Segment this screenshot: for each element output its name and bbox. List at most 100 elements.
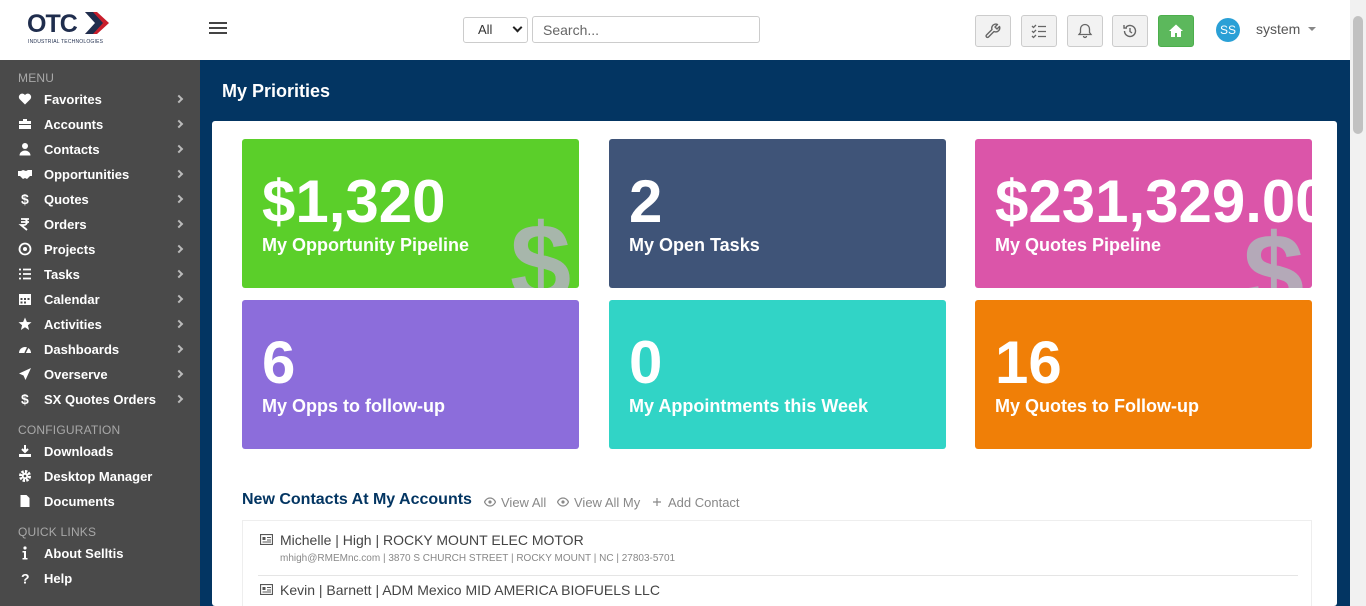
menu-toggle-icon[interactable] — [209, 22, 227, 36]
sidebar-item-documents[interactable]: Documents — [0, 491, 200, 513]
priorities-panel: $ $1,320 My Opportunity Pipeline 2 My Op… — [212, 121, 1337, 606]
tile-value: 16 — [995, 329, 1062, 396]
tile-appointments-week[interactable]: 0 My Appointments this Week — [609, 300, 946, 449]
chevron-right-icon — [174, 169, 184, 179]
sidebar-item-label: Desktop Manager — [44, 469, 153, 484]
sidebar-item-accounts[interactable]: Accounts — [0, 114, 200, 136]
sidebar-item-overserve[interactable]: Overserve — [0, 364, 200, 386]
sidebar-item-sx-quotes-orders[interactable]: $ SX Quotes Orders — [0, 389, 200, 411]
logo-chevron-icon — [85, 12, 109, 34]
star-icon — [18, 317, 32, 331]
contact-card-icon — [260, 534, 273, 545]
sidebar-item-label: Help — [44, 571, 73, 586]
user-name[interactable]: system — [1256, 21, 1300, 37]
sidebar-item-label: SX Quotes Orders — [44, 392, 156, 407]
page-scrollbar[interactable] — [1350, 0, 1366, 606]
contact-list: Michelle | High | ROCKY MOUNT ELEC MOTOR… — [242, 520, 1312, 606]
rupee-icon — [18, 217, 32, 231]
chevron-right-icon — [174, 394, 184, 404]
sidebar-item-activities[interactable]: Activities — [0, 314, 200, 336]
tile-label: My Open Tasks — [629, 235, 760, 255]
user-dropdown-icon[interactable] — [1308, 27, 1316, 31]
configuration-heading: CONFIGURATION — [18, 423, 121, 437]
sidebar-item-desktop-manager[interactable]: Desktop Manager — [0, 466, 200, 488]
sidebar-item-favorites[interactable]: Favorites — [0, 89, 200, 111]
checklist-icon — [1031, 24, 1046, 39]
view-all-label: View All — [501, 495, 547, 510]
chevron-right-icon — [174, 219, 184, 229]
home-button[interactable] — [1158, 15, 1194, 47]
tasks-button[interactable] — [1021, 15, 1057, 47]
svg-text:?: ? — [21, 571, 30, 585]
sidebar-item-contacts[interactable]: Contacts — [0, 139, 200, 161]
tasks-icon — [18, 267, 32, 281]
tile-value: 0 — [629, 329, 663, 396]
chevron-right-icon — [174, 319, 184, 329]
tile-opportunity-pipeline[interactable]: $ $1,320 My Opportunity Pipeline — [242, 139, 579, 288]
calendar-icon — [18, 292, 32, 306]
eye-icon — [556, 497, 570, 507]
contact-name: Michelle | High | ROCKY MOUNT ELEC MOTOR — [280, 532, 584, 548]
sidebar-item-label: Tasks — [44, 267, 80, 282]
avatar[interactable]: SS — [1216, 18, 1240, 42]
list-item[interactable]: Kevin | Barnett | ADM Mexico MID AMERICA… — [243, 571, 1311, 606]
tile-open-tasks[interactable]: 2 My Open Tasks — [609, 139, 946, 288]
sidebar-item-help[interactable]: ? Help — [0, 568, 200, 590]
tools-button[interactable] — [975, 15, 1011, 47]
main-content: My Priorities $ $1,320 My Opportunity Pi… — [200, 60, 1350, 606]
sidebar-item-tasks[interactable]: Tasks — [0, 264, 200, 286]
logo-subtitle: INDUSTRIAL TECHNOLOGIES — [28, 39, 104, 45]
sidebar-item-projects[interactable]: Projects — [0, 239, 200, 261]
scrollbar-thumb[interactable] — [1353, 16, 1363, 134]
dollar-icon: $ — [510, 202, 572, 289]
tile-value: $231,329.00 — [995, 168, 1312, 235]
sidebar-item-calendar[interactable]: Calendar — [0, 289, 200, 311]
otc-logo[interactable]: OTC INDUSTRIAL TECHNOLOGIES — [27, 10, 111, 48]
section-title: New Contacts At My Accounts — [242, 491, 472, 508]
briefcase-icon — [18, 117, 32, 131]
chevron-right-icon — [174, 144, 184, 154]
plus-icon — [653, 498, 661, 506]
tile-opps-follow-up[interactable]: 6 My Opps to follow-up — [242, 300, 579, 449]
history-button[interactable] — [1112, 15, 1148, 47]
view-all-my-link[interactable]: View All My — [556, 495, 640, 510]
chevron-right-icon — [174, 194, 184, 204]
user-icon — [18, 142, 32, 156]
contact-card-icon — [260, 584, 273, 595]
download-icon — [18, 444, 32, 458]
sidebar-item-quotes[interactable]: $ Quotes — [0, 189, 200, 211]
sidebar-item-label: Calendar — [44, 292, 100, 307]
chevron-down-icon — [512, 22, 523, 33]
sidebar-item-orders[interactable]: Orders — [0, 214, 200, 236]
search-input[interactable] — [532, 16, 760, 43]
sidebar-item-dashboards[interactable]: Dashboards — [0, 339, 200, 361]
file-icon — [18, 494, 32, 508]
chevron-right-icon — [174, 369, 184, 379]
svg-text:$: $ — [21, 392, 29, 406]
tile-quotes-follow-up[interactable]: 16 My Quotes to Follow-up — [975, 300, 1312, 449]
chevron-right-icon — [174, 119, 184, 129]
eye-icon — [483, 497, 497, 507]
notifications-button[interactable] — [1067, 15, 1103, 47]
tile-label: My Opps to follow-up — [262, 396, 445, 416]
list-item[interactable]: Michelle | High | ROCKY MOUNT ELEC MOTOR… — [243, 521, 1311, 576]
chevron-right-icon — [174, 294, 184, 304]
question-icon: ? — [18, 571, 32, 587]
heart-icon — [18, 92, 32, 106]
sidebar-item-downloads[interactable]: Downloads — [0, 441, 200, 463]
add-contact-label: Add Contact — [668, 495, 740, 510]
target-icon — [18, 242, 32, 256]
add-contact-link[interactable]: Add Contact — [651, 495, 740, 510]
sidebar: MENU Favorites Accounts Contacts Opportu… — [0, 60, 200, 606]
tile-value: 6 — [262, 329, 296, 396]
tile-quotes-pipeline[interactable]: $ $231,329.00 My Quotes Pipeline — [975, 139, 1312, 288]
sidebar-item-label: Favorites — [44, 92, 102, 107]
sidebar-item-about-selltis[interactable]: About Selltis — [0, 543, 200, 565]
search-scope-value: All — [478, 22, 493, 37]
sidebar-item-label: Contacts — [44, 142, 100, 157]
sidebar-item-opportunities[interactable]: Opportunities — [0, 164, 200, 186]
menu-heading: MENU — [18, 71, 55, 85]
search-scope-select[interactable]: All — [463, 17, 528, 43]
top-bar: OTC INDUSTRIAL TECHNOLOGIES All SS syste… — [0, 0, 1350, 60]
view-all-link[interactable]: View All — [483, 495, 547, 510]
